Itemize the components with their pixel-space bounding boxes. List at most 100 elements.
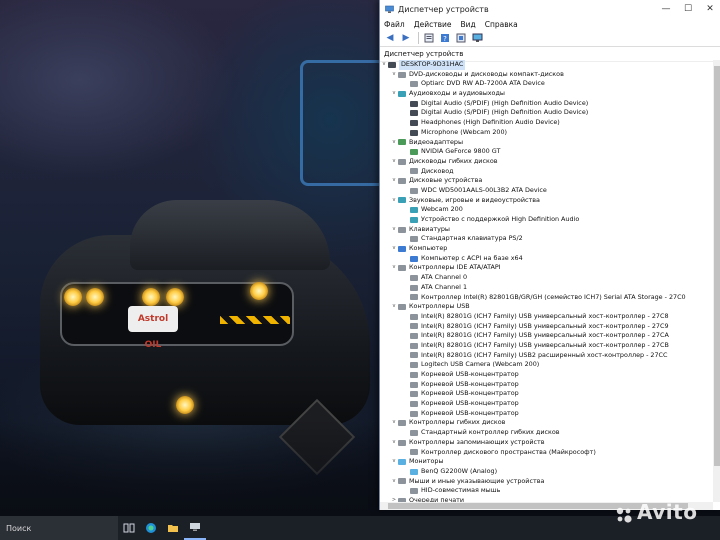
tree-category[interactable]: v Контроллеры USB (380, 302, 711, 312)
file-explorer-icon[interactable] (162, 516, 184, 540)
tree-category[interactable]: v Видеоадаптеры (380, 138, 711, 148)
device-icon (410, 313, 418, 320)
collapse-chevron-icon[interactable]: v (390, 89, 398, 99)
tree-device[interactable]: Digital Audio (S/PDIF) (High Definition … (380, 99, 711, 109)
menu-action[interactable]: Действие (414, 20, 452, 29)
tree-device[interactable]: Digital Audio (S/PDIF) (High Definition … (380, 108, 711, 118)
tree-device[interactable]: Стандартный контроллер гибких дисков (380, 428, 711, 438)
tree-device[interactable]: Intel(R) 82801G (ICH7 Family) USB универ… (380, 331, 711, 341)
tree-device[interactable]: Intel(R) 82801G (ICH7 Family) USB универ… (380, 341, 711, 351)
tree-device[interactable]: WDC WD5001AALS-00L3B2 ATA Device (380, 186, 711, 196)
tree-device[interactable]: BenQ G2200W (Analog) (380, 467, 711, 477)
tree-device[interactable]: Корневой USB-концентратор (380, 380, 711, 390)
tree-device[interactable]: Optiarc DVD RW AD-7200A ATA Device (380, 79, 711, 89)
edge-icon[interactable] (140, 516, 162, 540)
collapse-chevron-icon[interactable]: v (390, 176, 398, 186)
svg-text:?: ? (443, 35, 447, 43)
tree-device[interactable]: NVIDIA GeForce 9800 GT (380, 147, 711, 157)
tree-device[interactable]: Webcam 200 (380, 205, 711, 215)
collapse-chevron-icon[interactable]: v (390, 196, 398, 206)
tree-category[interactable]: v Мониторы (380, 457, 711, 467)
tree-item-label: Контроллеры запоминающих устройств (409, 437, 545, 446)
tree-item-label: Optiarc DVD RW AD-7200A ATA Device (421, 79, 545, 88)
tree-item-label: Мыши и иные указывающие устройства (409, 476, 545, 485)
tree-category[interactable]: v Мыши и иные указывающие устройства (380, 477, 711, 487)
tree-device[interactable]: ATA Channel 0 (380, 273, 711, 283)
collapse-chevron-icon[interactable]: v (390, 157, 398, 167)
tree-device[interactable]: Корневой USB-концентратор (380, 399, 711, 409)
device-icon (398, 420, 406, 427)
scrollbar-thumb[interactable] (714, 66, 720, 466)
collapse-chevron-icon[interactable]: v (390, 438, 398, 448)
menu-help[interactable]: Справка (485, 20, 518, 29)
help-icon[interactable]: ? (438, 32, 452, 44)
tree-device[interactable]: Устройство с поддержкой High Definition … (380, 215, 711, 225)
device-icon (410, 294, 418, 301)
tree-root[interactable]: v DESKTOP-9D31HAC (380, 60, 711, 70)
tree-item-label: Контроллеры гибких дисков (409, 418, 506, 427)
tree-category[interactable]: v Аудиовходы и аудиовыходы (380, 89, 711, 99)
tree-item-label: Аудиовходы и аудиовыходы (409, 89, 505, 98)
tree-category[interactable]: v Контроллеры запоминающих устройств (380, 438, 711, 448)
tree-category[interactable]: v Звуковые, игровые и видеоустройства (380, 196, 711, 206)
collapse-chevron-icon[interactable]: v (390, 225, 398, 235)
tree-device[interactable]: Стандартная клавиатура PS/2 (380, 234, 711, 244)
back-icon[interactable]: ◀ (383, 32, 397, 44)
tree-device[interactable]: Компьютер с ACPI на базе x64 (380, 254, 711, 264)
tree-item-label: DVD-дисководы и дисководы компакт-дисков (409, 69, 564, 78)
collapse-chevron-icon[interactable]: v (390, 457, 398, 467)
collapse-chevron-icon[interactable]: v (390, 263, 398, 273)
tree-category[interactable]: v DVD-дисководы и дисководы компакт-диско… (380, 70, 711, 80)
wallpaper-headlamp (142, 288, 160, 306)
tree-device[interactable]: Logitech USB Camera (Webcam 200) (380, 360, 711, 370)
tree-category[interactable]: v Контроллеры гибких дисков (380, 418, 711, 428)
tree-device[interactable]: Intel(R) 82801G (ICH7 Family) USB2 расши… (380, 351, 711, 361)
tree-device[interactable]: Контроллер Intel(R) 82801GB/GR/GH (семей… (380, 293, 711, 303)
properties-icon[interactable] (422, 32, 436, 44)
collapse-chevron-icon[interactable]: v (390, 244, 398, 254)
device-icon (410, 488, 418, 495)
collapse-chevron-icon[interactable]: v (390, 477, 398, 487)
monitor-icon[interactable] (470, 32, 484, 44)
minimize-button[interactable]: — (655, 4, 677, 14)
menu-file[interactable]: Файл (384, 20, 405, 29)
taskbar-search[interactable]: Поиск (0, 516, 118, 540)
tree-device[interactable]: Корневой USB-концентратор (380, 389, 711, 399)
tree-category[interactable]: v Компьютер (380, 244, 711, 254)
tree-device[interactable]: Intel(R) 82801G (ICH7 Family) USB универ… (380, 322, 711, 332)
tree-category[interactable]: v Дисковые устройства (380, 176, 711, 186)
close-button[interactable]: ✕ (699, 4, 720, 14)
collapse-chevron-icon[interactable]: v (390, 418, 398, 428)
title-bar[interactable]: Диспетчер устройств — ☐ ✕ (380, 0, 720, 18)
device-icon (410, 100, 418, 107)
device-icon (410, 410, 418, 417)
device-manager-icon[interactable] (184, 516, 206, 540)
tree-device[interactable]: Корневой USB-концентратор (380, 370, 711, 380)
tree-category[interactable]: v Дисководы гибких дисков (380, 157, 711, 167)
task-view-icon[interactable] (118, 516, 140, 540)
collapse-chevron-icon[interactable]: v (380, 60, 388, 70)
tree-device[interactable]: HID-совместимая мышь (380, 486, 711, 496)
tree-device[interactable]: Корневой USB-концентратор (380, 409, 711, 419)
forward-icon[interactable]: ▶ (399, 32, 413, 44)
device-icon (410, 129, 418, 136)
tree-item-label: Дисковые устройства (409, 176, 483, 185)
tree-device[interactable]: Microphone (Webcam 200) (380, 128, 711, 138)
tree-category[interactable]: v Клавиатуры (380, 225, 711, 235)
menu-view[interactable]: Вид (460, 20, 475, 29)
tree-device[interactable]: ATA Channel 1 (380, 283, 711, 293)
tree-device[interactable]: Intel(R) 82801G (ICH7 Family) USB универ… (380, 312, 711, 322)
tree-device[interactable]: Контроллер дискового пространства (Майкр… (380, 448, 711, 458)
tree-device[interactable]: Headphones (High Definition Audio Device… (380, 118, 711, 128)
collapse-chevron-icon[interactable]: v (390, 70, 398, 80)
tree-category[interactable]: v Контроллеры IDE ATA/ATAPI (380, 263, 711, 273)
collapse-chevron-icon[interactable]: v (390, 302, 398, 312)
update-driver-icon[interactable] (454, 32, 468, 44)
maximize-button[interactable]: ☐ (677, 4, 699, 14)
tree-item-label: Контроллеры IDE ATA/ATAPI (409, 263, 501, 272)
vertical-scrollbar[interactable] (713, 60, 720, 502)
tree-item-label: BenQ G2200W (Analog) (421, 466, 498, 475)
tree-device[interactable]: Дисковод (380, 167, 711, 177)
device-icon (398, 226, 406, 233)
collapse-chevron-icon[interactable]: v (390, 138, 398, 148)
